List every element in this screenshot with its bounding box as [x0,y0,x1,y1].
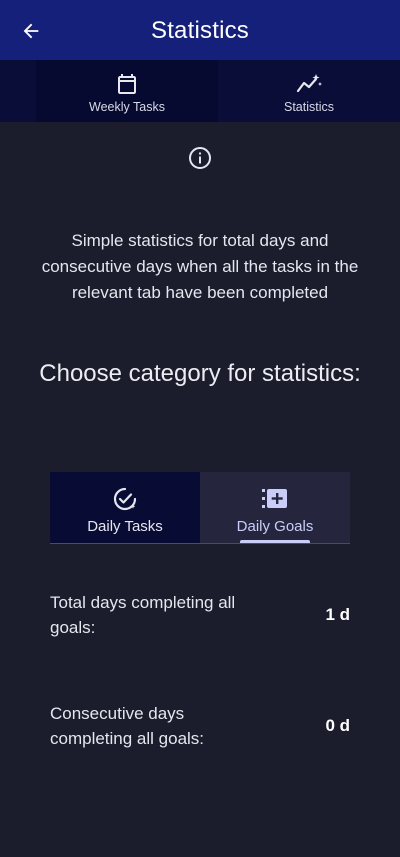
info-icon[interactable] [188,146,212,170]
tab-statistics-label: Statistics [283,100,334,114]
app-bar: Statistics [0,0,400,60]
selected-indicator [240,540,310,543]
page-title: Statistics [150,17,250,44]
stat-total-days-value: 1 d [325,605,350,624]
tab-statistics[interactable]: Statistics [218,60,400,122]
stat-total-days: Total days completing all goals: 1 d [50,590,350,640]
tab-weekly-tasks-label: Weekly Tasks [89,100,165,114]
category-daily-tasks[interactable]: Daily Tasks [50,472,200,543]
tab-weekly-tasks[interactable]: Weekly Tasks [36,60,218,122]
category-daily-goals[interactable]: Daily Goals [200,472,350,543]
category-daily-tasks-label: Daily Tasks [87,518,163,535]
category-daily-goals-label: Daily Goals [236,518,314,535]
stat-consecutive-days-label: Consecutive days completing all goals: [50,704,205,748]
stat-consecutive-days-value: 0 d [325,716,350,735]
tab-bar-edge [0,60,36,122]
category-selector: Daily Tasks Daily Goals [50,472,350,544]
statistics-description: Simple statistics for total days and con… [41,231,359,302]
check-badge-icon [113,487,137,511]
trending-chart-icon [296,74,322,93]
calendar-icon [118,74,136,94]
add-list-icon [262,489,287,508]
tab-bar: Weekly Tasks Statistics [0,60,400,122]
stat-consecutive-days: Consecutive days completing all goals: 0… [50,701,350,751]
category-heading: Choose category for statistics: [39,360,361,387]
stat-total-days-label: Total days completing all goals: [50,593,236,637]
